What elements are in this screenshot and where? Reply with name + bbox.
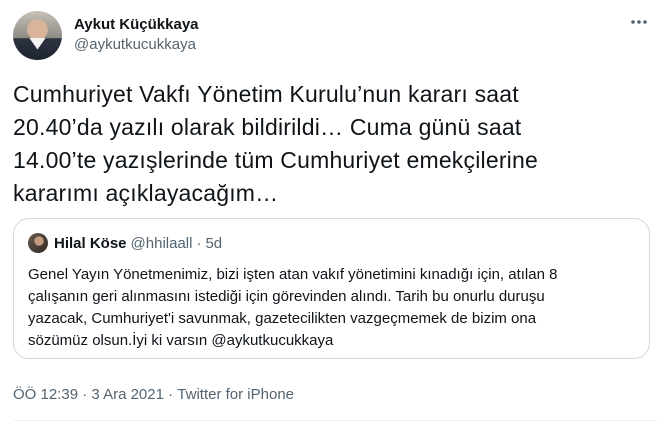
author-handle[interactable]: @aykutkucukkaya [74, 35, 199, 55]
divider [13, 420, 657, 421]
author-names: Aykut Küçükkaya @aykutkucukkaya [74, 15, 199, 55]
author-display-name[interactable]: Aykut Küçükkaya [74, 15, 199, 35]
tweet-header: Aykut Küçükkaya @aykutkucukkaya [13, 10, 199, 60]
quoted-tweet-text: Genel Yayın Yönetmenimiz, bizi işten ata… [28, 266, 558, 349]
meta-separator: · [78, 386, 92, 403]
tweet-body-text: Cumhuriyet Vakfı Yönetim Kurulu’nun kara… [13, 81, 538, 206]
quoted-tweet[interactable]: Hilal Köse @hhilaall · 5d Genel Yayın Yö… [13, 218, 650, 359]
quoted-tweet-header: Hilal Köse @hhilaall · 5d [28, 233, 222, 253]
more-options-icon[interactable] [628, 11, 650, 33]
quoted-author-handle: @hhilaall [130, 234, 193, 252]
tweet-card: Aykut Küçükkaya @aykutkucukkaya Cumhuriy… [0, 0, 670, 433]
quoted-separator: · [196, 234, 202, 252]
tweet-meta: ÖÖ 12:39 · 3 Ara 2021 · Twitter for iPho… [13, 386, 294, 403]
meta-separator: · [163, 386, 178, 403]
tweet-time[interactable]: ÖÖ 12:39 [13, 386, 78, 403]
quoted-author-display-name: Hilal Köse [54, 234, 127, 252]
tweet-date[interactable]: 3 Ara 2021 [91, 386, 164, 403]
quoted-author-avatar [28, 233, 48, 253]
more-horizontal-icon [631, 20, 647, 24]
author-avatar[interactable] [13, 10, 62, 60]
quoted-tweet-time: 5d [205, 234, 223, 252]
tweet-source[interactable]: Twitter for iPhone [177, 386, 294, 403]
